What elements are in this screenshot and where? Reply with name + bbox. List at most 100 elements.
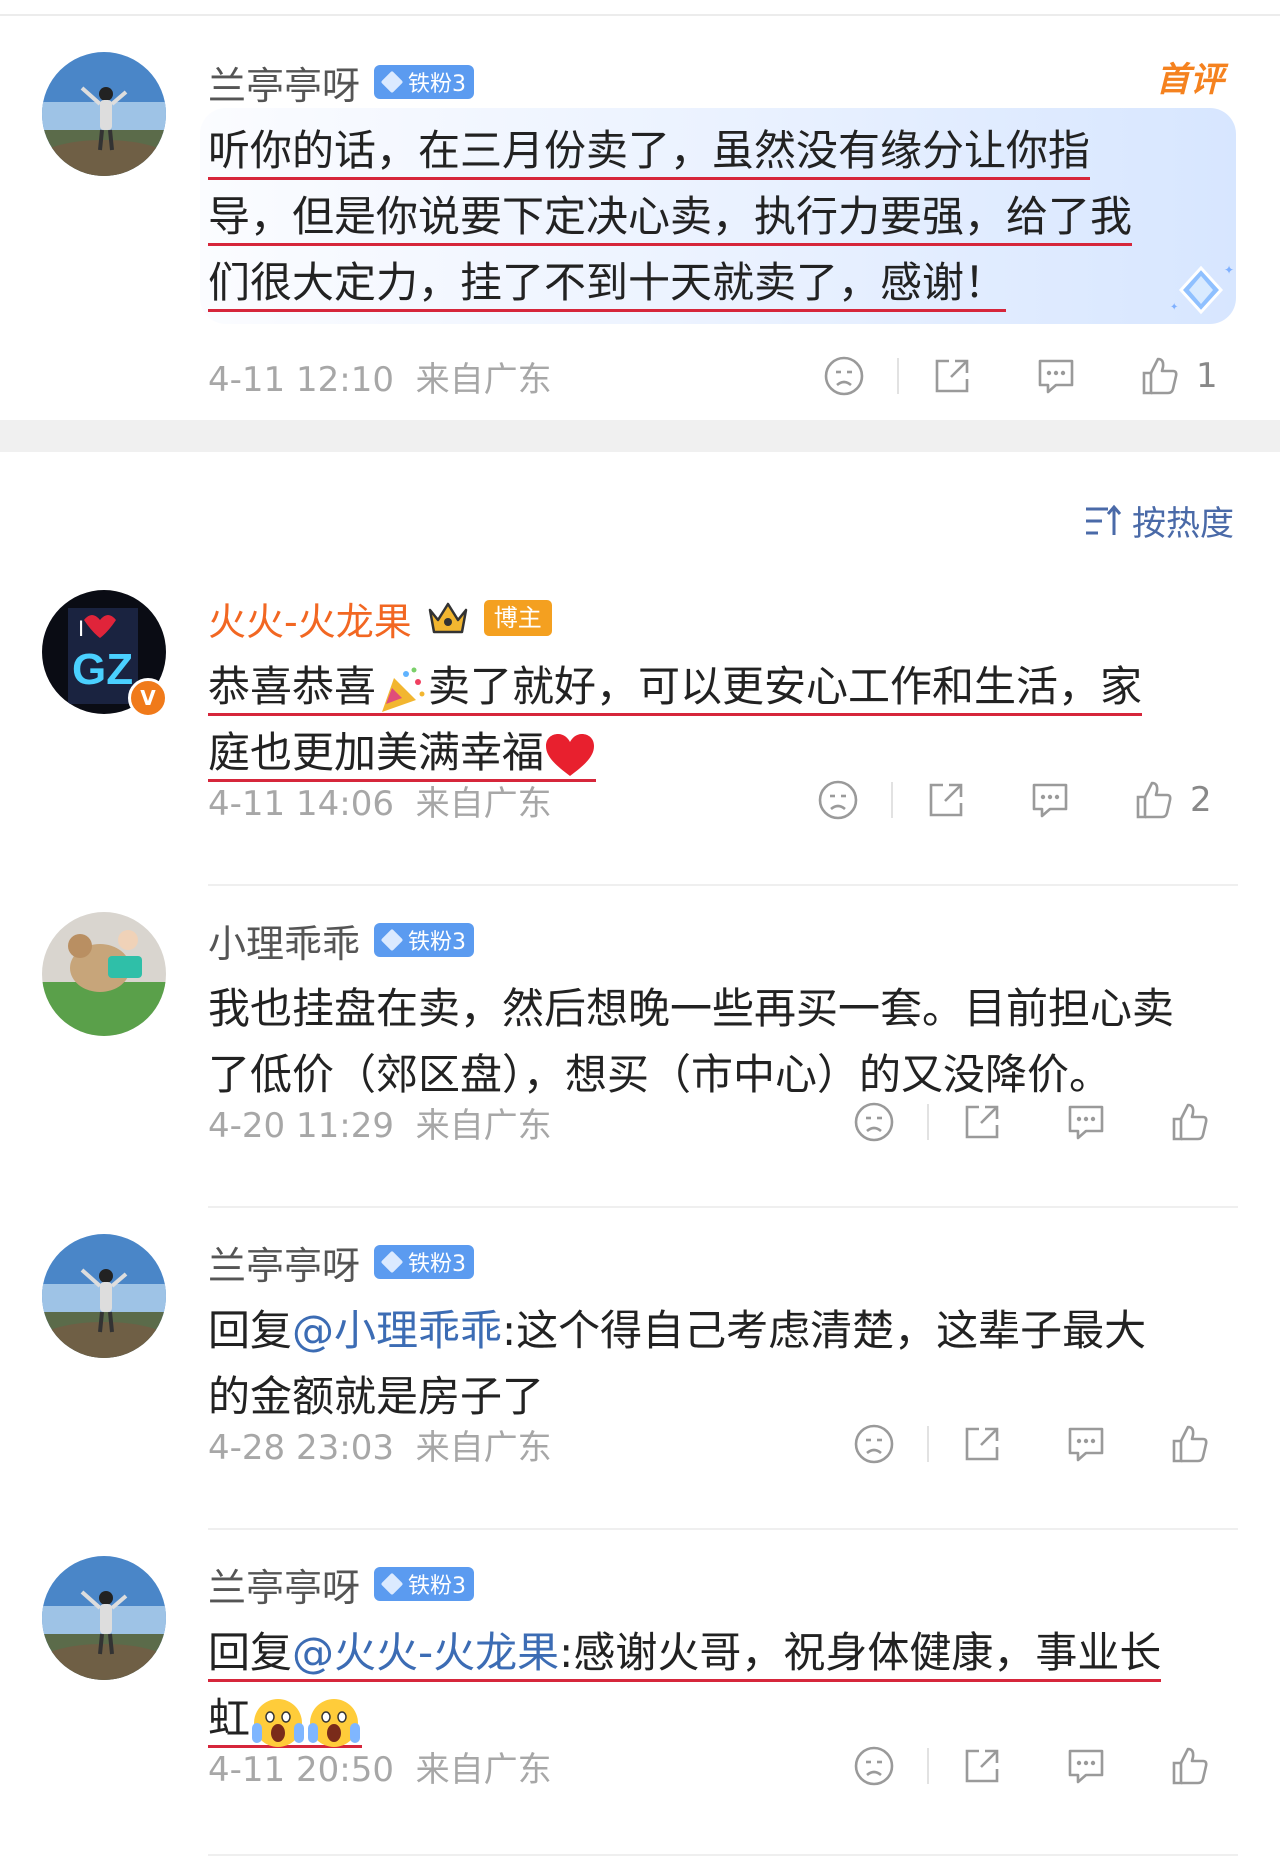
comment-meta: 4-11 14:06 来自广东 bbox=[208, 776, 552, 825]
dislike-icon[interactable] bbox=[820, 352, 868, 400]
action-divider bbox=[897, 358, 899, 394]
comment-header: 小理乖乖 铁粉3 bbox=[208, 916, 475, 966]
comment-meta: 4-20 11:29 来自广东 bbox=[208, 1098, 552, 1147]
like-icon[interactable] bbox=[1136, 352, 1184, 400]
reply-prefix: 回复 bbox=[208, 1306, 293, 1355]
mention-link[interactable]: @火火-火龙果 bbox=[292, 1628, 559, 1677]
comment-text-part: 恭喜恭喜 bbox=[208, 662, 377, 711]
avatar[interactable] bbox=[42, 912, 166, 1036]
share-icon[interactable] bbox=[958, 1098, 1006, 1146]
comment-item: ✦ ✦ 首评 兰亭亭呀 铁粉3 听你的话，在三月份卖了，虽然没有缘分让你指 导，… bbox=[0, 0, 1280, 420]
fan-badge: 铁粉3 bbox=[374, 65, 475, 99]
comment-location: 来自广东 bbox=[415, 360, 552, 400]
comment-time: 4-11 12:10 bbox=[208, 360, 394, 400]
verified-badge-icon: V bbox=[128, 678, 168, 718]
comment-header: 火火-火龙果 博主 bbox=[208, 594, 552, 644]
fan-badge-label: 铁粉3 bbox=[408, 930, 467, 955]
comment-text-part: 虹 bbox=[208, 1694, 251, 1743]
fan-badge: 铁粉3 bbox=[374, 1567, 475, 1601]
comment-text: 我也挂盘在卖，然后想晚一些再买一套。目前担心卖 了低价（郊区盘），想买（市中心）… bbox=[208, 976, 1238, 1108]
fan-badge-label: 铁粉3 bbox=[408, 1252, 467, 1277]
reply-icon[interactable] bbox=[1026, 776, 1074, 824]
svg-text:I: I bbox=[78, 616, 84, 641]
comment-header: 兰亭亭呀 铁粉3 bbox=[208, 1560, 475, 1610]
action-divider bbox=[927, 1748, 929, 1784]
dislike-icon[interactable] bbox=[814, 776, 862, 824]
comment-item: 兰亭亭呀 铁粉3 回复@火火-火龙果:感谢火哥，祝身体健康，事业长 虹 4-11… bbox=[0, 1556, 1280, 1856]
comment-location: 来自广东 bbox=[415, 784, 552, 824]
dislike-icon[interactable] bbox=[850, 1098, 898, 1146]
author-badge: 博主 bbox=[483, 600, 552, 636]
comment-text: 听你的话，在三月份卖了，虽然没有缘分让你指 导，但是你说要下定决心卖，执行力要强… bbox=[208, 118, 1238, 316]
reply-prefix: 回复 bbox=[208, 1628, 293, 1677]
comment-location: 来自广东 bbox=[415, 1750, 552, 1790]
like-icon[interactable] bbox=[1166, 1098, 1214, 1146]
comment-line: 我也挂盘在卖，然后想晚一些再买一套。目前担心卖 bbox=[208, 984, 1175, 1033]
diamond-icon bbox=[380, 928, 404, 952]
reply-icon[interactable] bbox=[1062, 1742, 1110, 1790]
mention-link[interactable]: @小理乖乖 bbox=[292, 1306, 502, 1355]
comment-time: 4-11 20:50 bbox=[208, 1750, 394, 1790]
party-popper-icon bbox=[382, 667, 425, 712]
comment-line: 听你的话，在三月份卖了，虽然没有缘分让你指 bbox=[208, 126, 1091, 180]
comment-time: 4-28 23:03 bbox=[208, 1428, 394, 1468]
comment-text-part: 卖了就好，可以更安心工作和生活，家 bbox=[428, 662, 1143, 711]
fan-badge-label: 铁粉3 bbox=[408, 1574, 467, 1599]
red-heart-icon bbox=[546, 733, 595, 776]
share-icon[interactable] bbox=[928, 352, 976, 400]
diamond-icon bbox=[380, 70, 404, 94]
crown-icon bbox=[428, 602, 467, 634]
comment-text-part: :感谢火哥，祝身体健康，事业长 bbox=[559, 1628, 1162, 1677]
avatar[interactable] bbox=[42, 1234, 166, 1358]
svg-text:GZ: GZ bbox=[72, 645, 133, 694]
comment-time: 4-11 14:06 bbox=[208, 784, 394, 824]
comment-text: 回复@小理乖乖:这个得自己考虑清楚，这辈子最大 的金额就是房子了 bbox=[208, 1298, 1238, 1430]
comment-header: 兰亭亭呀 铁粉3 bbox=[208, 1238, 475, 1288]
like-count: 2 bbox=[1190, 780, 1212, 820]
fan-badge-label: 铁粉3 bbox=[408, 72, 467, 97]
share-icon[interactable] bbox=[958, 1420, 1006, 1468]
avatar[interactable] bbox=[42, 1556, 166, 1680]
reply-icon[interactable] bbox=[1062, 1420, 1110, 1468]
sort-label: 按热度 bbox=[1132, 504, 1234, 544]
share-icon[interactable] bbox=[922, 776, 970, 824]
screaming-face-icon bbox=[308, 1698, 361, 1747]
comment-actions bbox=[850, 1742, 1214, 1790]
dislike-icon[interactable] bbox=[850, 1420, 898, 1468]
comment-actions: 1 bbox=[820, 352, 1218, 400]
username[interactable]: 兰亭亭呀 bbox=[208, 55, 360, 110]
dislike-icon[interactable] bbox=[850, 1742, 898, 1790]
action-divider bbox=[891, 782, 893, 818]
username[interactable]: 兰亭亭呀 bbox=[208, 1235, 360, 1290]
diamond-icon bbox=[380, 1572, 404, 1596]
comment-location: 来自广东 bbox=[415, 1106, 552, 1146]
comment-text: 恭喜恭喜 卖了就好，可以更安心工作和生活，家 庭也更加美满幸福 bbox=[208, 654, 1238, 786]
screaming-face-icon bbox=[252, 1698, 305, 1747]
comment-meta: 4-11 12:10 来自广东 bbox=[208, 352, 552, 401]
comment-item: I GZ V 火火-火龙果 博主 恭喜恭喜 卖了就好，可以更安心工作和生活，家 庭… bbox=[0, 590, 1280, 880]
fan-badge: 铁粉3 bbox=[374, 923, 475, 957]
username[interactable]: 小理乖乖 bbox=[208, 913, 360, 968]
action-divider bbox=[927, 1426, 929, 1462]
username[interactable]: 兰亭亭呀 bbox=[208, 1557, 360, 1612]
sort-icon bbox=[1086, 504, 1122, 535]
fan-badge: 铁粉3 bbox=[374, 1245, 475, 1279]
sort-toggle[interactable]: 按热度 bbox=[1084, 496, 1234, 545]
like-icon[interactable] bbox=[1130, 776, 1178, 824]
like-icon[interactable] bbox=[1166, 1420, 1214, 1468]
reply-icon[interactable] bbox=[1062, 1098, 1110, 1146]
comment-location: 来自广东 bbox=[415, 1428, 552, 1468]
diamond-icon bbox=[380, 1250, 404, 1274]
comment-divider bbox=[208, 1528, 1238, 1530]
comment-item: 小理乖乖 铁粉3 我也挂盘在卖，然后想晚一些再买一套。目前担心卖 了低价（郊区盘… bbox=[0, 912, 1280, 1202]
first-comment-tag: 首评 bbox=[1156, 60, 1224, 100]
share-icon[interactable] bbox=[958, 1742, 1006, 1790]
comment-divider bbox=[208, 1854, 1238, 1856]
comment-text: 回复@火火-火龙果:感谢火哥，祝身体健康，事业长 虹 bbox=[208, 1620, 1238, 1752]
username[interactable]: 火火-火龙果 bbox=[208, 591, 412, 646]
avatar[interactable] bbox=[42, 52, 166, 176]
comment-actions bbox=[850, 1420, 1214, 1468]
comment-line: 们很大定力，挂了不到十天就卖了，感谢！ bbox=[208, 258, 1007, 312]
like-icon[interactable] bbox=[1166, 1742, 1214, 1790]
reply-icon[interactable] bbox=[1032, 352, 1080, 400]
